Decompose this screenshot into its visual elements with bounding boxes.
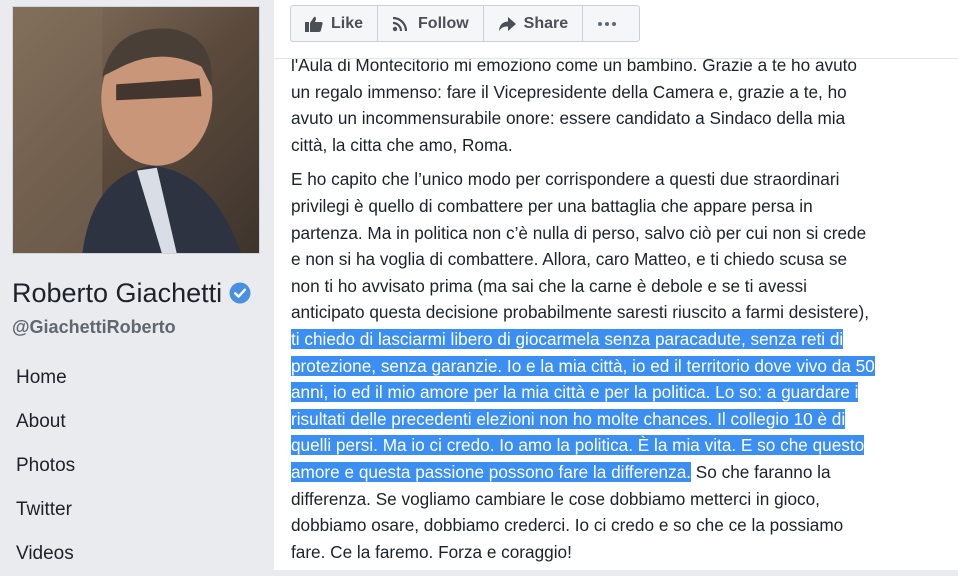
selected-text-line: quelli persi. Ma io ci credo. Io amo la … [291, 432, 951, 459]
text-line: E ho capito che l’unico modo per corrisp… [291, 169, 840, 190]
profile-sidebar: Roberto Giachetti @GiachettiRoberto Home… [0, 0, 274, 570]
selected-text[interactable]: amore e questa passione possono fare la … [291, 461, 692, 482]
verified-badge-icon [229, 282, 251, 304]
post-paragraph-2: E ho capito che l’unico modo per corrisp… [291, 166, 951, 565]
text-line: fare. Ce la faremo. Forza e coraggio! [291, 541, 572, 562]
page-nav: Home About Photos Twitter Videos [0, 356, 274, 576]
rss-follow-icon [392, 16, 408, 31]
selected-text-line: anni, io ed il mio amore per la mia citt… [291, 379, 951, 406]
like-button[interactable]: Like [291, 6, 379, 41]
follow-button[interactable]: Follow [378, 6, 484, 41]
text-line: privilegi è quello di combattere per una… [291, 195, 813, 216]
profile-name-row: Roberto Giachetti [12, 278, 251, 308]
text-line: avuto un incommensurabile onore: essere … [291, 108, 846, 129]
page-action-bar: Like Follow Share [290, 5, 641, 42]
text-line: anticipato questa decisione probabilment… [291, 302, 869, 323]
follow-label: Follow [418, 14, 469, 32]
post-text: l'Aula di Montecitorio mi emoziono come … [291, 52, 951, 570]
text-after-selection: So che faranno la [691, 461, 831, 482]
post-paragraph-1: l'Aula di Montecitorio mi emoziono come … [291, 52, 951, 158]
text-line: e non si ha voglia di combattere. Allora… [291, 249, 848, 270]
text-line: dobbiamo osare, dobbiamo crederci. Io ci… [291, 515, 844, 536]
text-line: città, la citta che amo, Roma. [291, 134, 513, 155]
thumbs-up-icon [305, 16, 323, 32]
selected-text[interactable]: quelli persi. Ma io ci credo. Io amo la … [291, 435, 865, 456]
nav-item-home[interactable]: Home [0, 356, 274, 400]
text-line: differenza. Se vogliamo cambiare le cose… [291, 488, 820, 509]
profile-photo [13, 7, 259, 253]
profile-name[interactable]: Roberto Giachetti [12, 278, 222, 308]
ellipsis-icon [598, 21, 617, 26]
selected-text[interactable]: ti chiedo di lasciarmi libero di giocarm… [291, 328, 844, 349]
selected-text[interactable]: protezione, senza garanzie. Io e la mia … [291, 355, 875, 376]
selected-text-line: ti chiedo di lasciarmi libero di giocarm… [291, 326, 951, 353]
share-label: Share [523, 14, 569, 32]
profile-avatar[interactable] [12, 6, 260, 254]
selected-text-line: amore e questa passione possono fare la … [291, 459, 951, 486]
selected-text[interactable]: anni, io ed il mio amore per la mia citt… [291, 382, 859, 403]
text-line: partenza. Ma in politica non c’è nulla d… [291, 222, 867, 243]
nav-item-videos[interactable]: Videos [0, 532, 274, 576]
more-options-button[interactable] [583, 6, 639, 41]
share-button[interactable]: Share [484, 6, 584, 41]
text-line: non ti ho avvisato prima (ma sai che la … [291, 275, 807, 296]
text-line: un regalo immenso: fare il Vicepresident… [291, 81, 847, 102]
selected-text[interactable]: risultati delle precedenti elezioni non … [291, 408, 846, 429]
like-label: Like [331, 14, 364, 32]
nav-item-about[interactable]: About [0, 400, 274, 444]
selected-text-line: risultati delle precedenti elezioni non … [291, 406, 951, 433]
post-area: l'Aula di Montecitorio mi emoziono come … [274, 0, 958, 570]
nav-item-photos[interactable]: Photos [0, 444, 274, 488]
selected-text-line: protezione, senza garanzie. Io e la mia … [291, 353, 951, 380]
share-arrow-icon [498, 16, 516, 31]
nav-item-twitter[interactable]: Twitter [0, 488, 274, 532]
profile-handle[interactable]: @GiachettiRoberto [12, 316, 176, 338]
